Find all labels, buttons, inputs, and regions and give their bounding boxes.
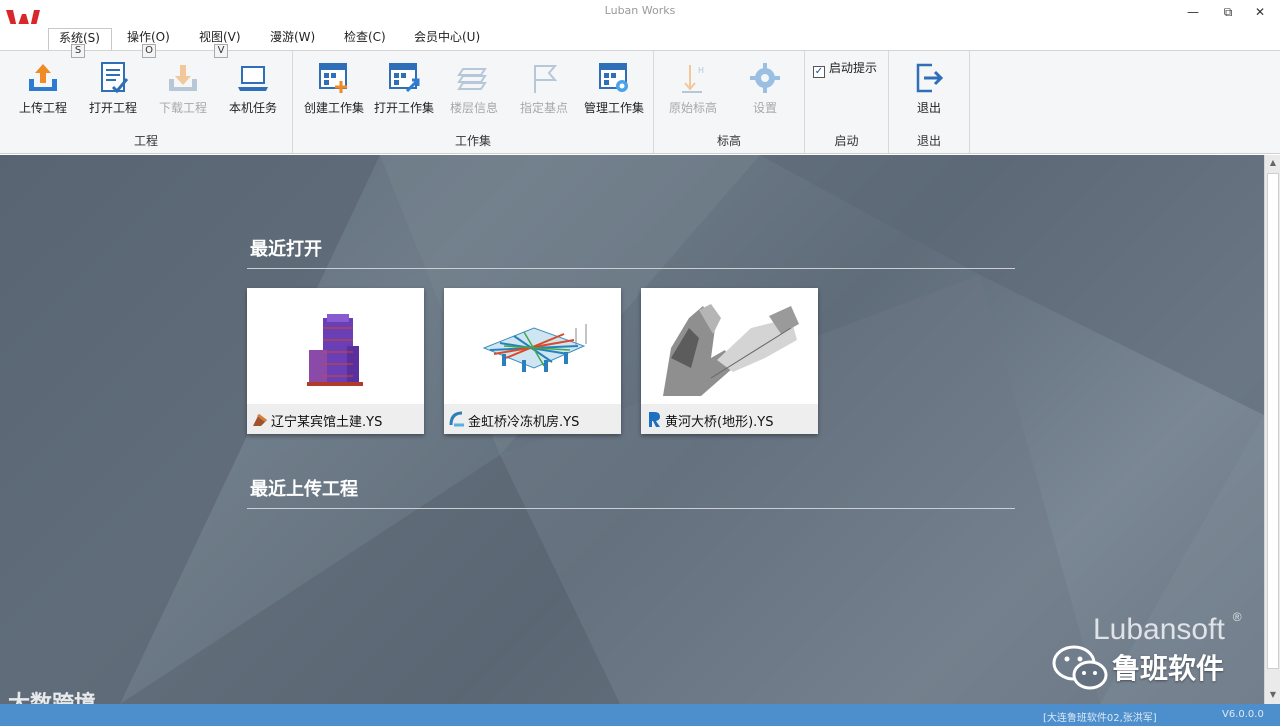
wechat-icon [1052, 645, 1108, 690]
open-workset-label: 打开工作集 [373, 101, 434, 115]
create-workset-icon [319, 63, 347, 93]
ribbon-group-exit: 退出 退出 [889, 51, 970, 153]
recent-open-title: 最近打开 [250, 239, 322, 260]
layers-icon [457, 68, 487, 90]
elevation-icon: H [682, 65, 704, 93]
startup-tip-checkbox[interactable]: ✓ 启动提示 [813, 59, 877, 78]
ribbon-group-elevation: H 原始标高 设置 标高 [654, 51, 805, 153]
startup-tip-label: 启动提示 [829, 61, 878, 75]
terrain-thumbnail [641, 288, 818, 404]
exit-label: 退出 [916, 101, 941, 115]
ribbon-group-project: 上传工程 打开工程 下载工程 本机任务 工程 [0, 51, 293, 153]
background-polygons [0, 155, 1264, 704]
original-elevation-button[interactable]: H 原始标高 [660, 57, 726, 119]
brand-name: Lubansoft [1093, 613, 1225, 646]
base-point-button[interactable]: 指定基点 [511, 57, 577, 119]
open-project-icon [101, 62, 129, 94]
manage-workset-icon [599, 63, 628, 92]
keytip-view: V [214, 44, 228, 58]
group-label-startup: 启动 [834, 134, 859, 148]
exit-button[interactable]: 退出 [896, 57, 962, 119]
recent-upload-title: 最近上传工程 [250, 479, 358, 500]
recent-open-divider [247, 268, 1015, 269]
svg-text:H: H [698, 66, 704, 75]
download-project-button[interactable]: 下载工程 [150, 57, 216, 119]
civil-file-icon [253, 414, 267, 426]
create-workset-button[interactable]: 创建工作集 [301, 57, 367, 119]
keytip-system: S [71, 44, 85, 58]
recent-file-card[interactable]: 辽宁某宾馆土建.YS [247, 288, 424, 434]
menu-bar: 系统(S) 操作(O) 视图(V) 漫游(W) 检查(C) 会员中心(U) [0, 24, 1280, 50]
tab-member-center[interactable]: 会员中心(U) [404, 28, 490, 50]
lubansoft-brand: Lubansoft ® [1093, 610, 1242, 647]
wechat-account-name: 鲁班软件 [1112, 652, 1225, 685]
recent-file-name: 辽宁某宾馆土建.YS [271, 415, 383, 430]
floor-info-label: 楼层信息 [449, 101, 498, 115]
open-workset-button[interactable]: 打开工作集 [371, 57, 437, 119]
mep-room-thumbnail [444, 288, 621, 404]
group-label-project: 工程 [133, 134, 158, 148]
group-label-elevation: 标高 [716, 134, 741, 148]
manage-workset-button[interactable]: 管理工作集 [581, 57, 647, 119]
upload-project-button[interactable]: 上传工程 [10, 57, 76, 119]
floor-info-button[interactable]: 楼层信息 [441, 57, 507, 119]
upload-icon [29, 64, 57, 91]
card-footer: 黄河大桥(地形).YS [641, 404, 818, 434]
recent-file-name: 黄河大桥(地形).YS [665, 415, 774, 430]
check-icon: ✓ [813, 66, 825, 78]
revit-file-icon [649, 412, 660, 427]
open-project-label: 打开工程 [88, 101, 137, 115]
recent-file-name: 金虹桥冷冻机房.YS [468, 415, 580, 430]
flag-icon [534, 65, 558, 93]
tab-roam[interactable]: 漫游(W) [260, 28, 325, 50]
local-tasks-button[interactable]: 本机任务 [220, 57, 286, 119]
vertical-scrollbar[interactable]: ▲ ▼ [1264, 155, 1280, 704]
base-point-label: 指定基点 [519, 101, 568, 115]
registered-mark: ® [1232, 610, 1242, 624]
recent-file-card[interactable]: 金虹桥冷冻机房.YS [444, 288, 621, 434]
tab-check[interactable]: 检查(C) [334, 28, 396, 50]
original-elevation-label: 原始标高 [668, 101, 717, 115]
settings-button[interactable]: 设置 [732, 57, 798, 119]
title-bar: Luban Works — ⧉ ✕ [0, 0, 1280, 24]
scroll-down-arrow-icon[interactable]: ▼ [1268, 690, 1278, 700]
manage-workset-label: 管理工作集 [583, 101, 644, 115]
scroll-thumb[interactable] [1267, 173, 1279, 669]
download-project-label: 下载工程 [158, 101, 207, 115]
keytip-operation: O [142, 44, 156, 58]
mep-file-icon [449, 411, 464, 427]
group-label-workset: 工作集 [454, 134, 491, 148]
download-icon [169, 65, 197, 91]
card-footer: 金虹桥冷冻机房.YS [444, 404, 621, 434]
laptop-icon [238, 66, 268, 91]
building-thumbnail [247, 288, 424, 404]
status-user: [大连鲁班软件02,张洪军] [1043, 713, 1157, 724]
status-version: V6.0.0.0 [1222, 709, 1264, 720]
ribbon: 上传工程 打开工程 下载工程 本机任务 工程 创建工作集 打开工作集 楼层信息 … [0, 50, 1280, 154]
card-footer: 辽宁某宾馆土建.YS [247, 404, 424, 434]
open-workset-icon [389, 63, 420, 93]
open-project-button[interactable]: 打开工程 [80, 57, 146, 119]
create-workset-label: 创建工作集 [303, 101, 364, 115]
scroll-up-arrow-icon[interactable]: ▲ [1268, 158, 1278, 168]
status-bar: [大连鲁班软件02,张洪军] V6.0.0.0 [0, 704, 1280, 726]
local-tasks-label: 本机任务 [228, 101, 277, 115]
start-page: 最近打开 辽宁某宾馆土建.YS 金虹桥冷冻机房.YS 黄河大桥(地形).YS 最… [0, 155, 1264, 704]
recent-upload-divider [247, 508, 1015, 509]
close-button[interactable]: ✕ [1245, 2, 1275, 22]
ribbon-group-workset: 创建工作集 打开工作集 楼层信息 指定基点 管理工作集 工作集 [293, 51, 654, 153]
restore-button[interactable]: ⧉ [1213, 2, 1243, 22]
exit-icon [916, 63, 944, 93]
settings-label: 设置 [752, 101, 777, 115]
group-label-exit: 退出 [916, 134, 941, 148]
recent-file-card[interactable]: 黄河大桥(地形).YS [641, 288, 818, 434]
ribbon-group-startup: ✓ 启动提示 启动 [805, 51, 889, 153]
minimize-button[interactable]: — [1178, 2, 1208, 22]
window-title: Luban Works [604, 4, 676, 17]
gear-icon [750, 63, 780, 93]
upload-project-label: 上传工程 [18, 101, 67, 115]
